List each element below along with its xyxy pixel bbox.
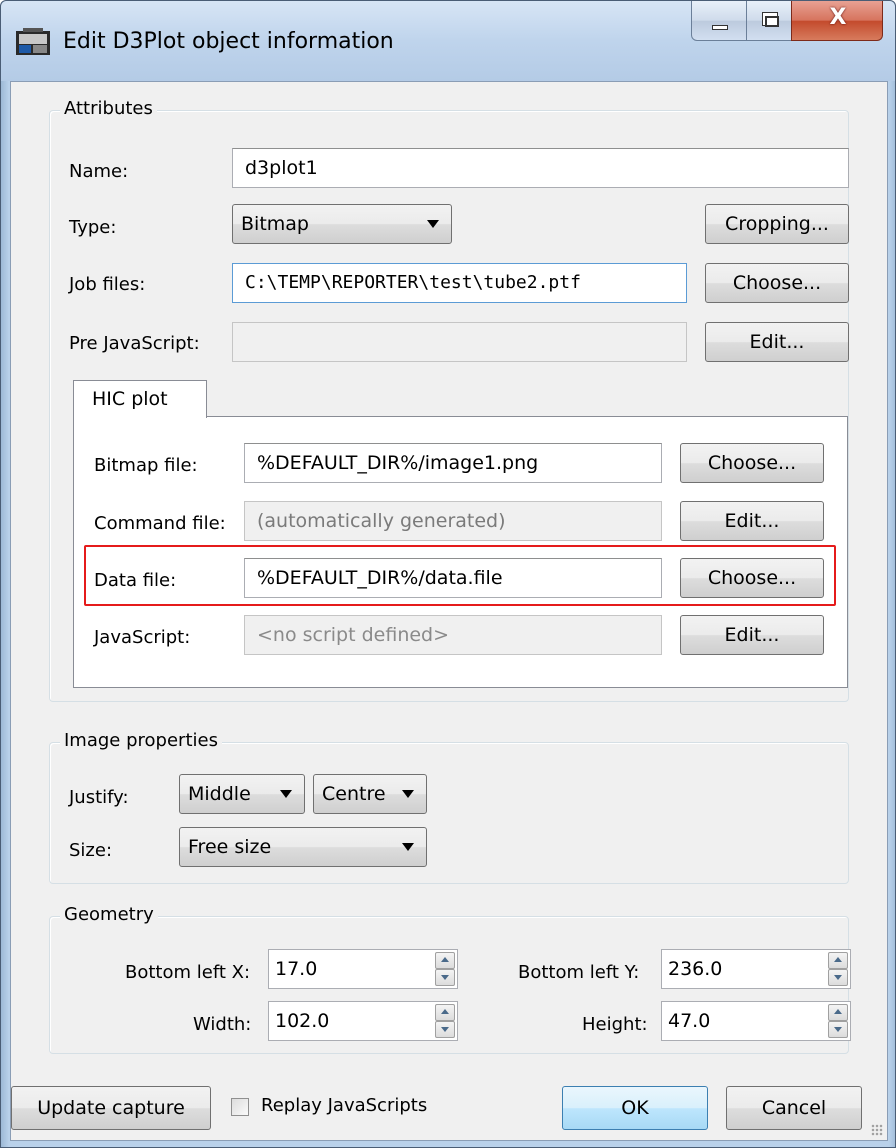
prejs-input[interactable] — [232, 322, 687, 362]
close-button[interactable]: X — [791, 1, 883, 41]
name-label: Name: — [69, 161, 129, 182]
justify-vertical-value: Middle — [188, 783, 251, 805]
maximize-icon — [762, 12, 779, 27]
spin-down-icon[interactable] — [435, 969, 455, 986]
height-value: 47.0 — [668, 1010, 711, 1032]
spin-arrows[interactable] — [435, 952, 455, 986]
jobfiles-input[interactable]: C:\TEMP\REPORTER\test\tube2.ptf — [232, 263, 687, 303]
type-select[interactable]: Bitmap — [232, 204, 452, 244]
minimize-icon — [712, 25, 728, 30]
javascript-input[interactable]: <no script defined> — [244, 615, 662, 655]
size-select-value: Free size — [188, 836, 272, 858]
replay-javascripts-label[interactable]: Replay JavaScripts — [261, 1095, 427, 1116]
javascript-edit-button[interactable]: Edit... — [680, 615, 824, 655]
command-input[interactable]: (automatically generated) — [244, 501, 662, 541]
spin-up-icon[interactable] — [435, 1004, 455, 1021]
type-select-value: Bitmap — [241, 213, 309, 235]
size-select[interactable]: Free size — [179, 827, 427, 867]
cancel-button[interactable]: Cancel — [726, 1086, 862, 1130]
width-spinbox[interactable]: 102.0 — [268, 1001, 458, 1041]
chevron-down-icon — [427, 220, 439, 228]
data-file-highlight — [84, 545, 836, 606]
prejs-label: Pre JavaScript: — [69, 333, 200, 354]
justify-label: Justify: — [69, 787, 129, 808]
chevron-down-icon — [402, 843, 414, 851]
spin-up-icon[interactable] — [435, 952, 455, 969]
spin-up-icon[interactable] — [828, 1004, 848, 1021]
justify-vertical-select[interactable]: Middle — [179, 774, 305, 814]
replay-javascripts-checkbox[interactable] — [231, 1098, 249, 1116]
justify-horizontal-value: Centre — [322, 783, 386, 805]
cropping-button[interactable]: Cropping... — [705, 204, 849, 244]
bottom-left-y-label: Bottom left Y: — [518, 962, 640, 983]
title-bar[interactable]: Edit D3Plot object information X — [1, 1, 895, 81]
bottom-left-x-spinbox[interactable]: 17.0 — [268, 949, 458, 989]
bitmap-choose-button[interactable]: Choose... — [680, 443, 824, 483]
app-icon — [16, 28, 50, 55]
dialog-window: Edit D3Plot object information X Attribu… — [0, 0, 896, 1148]
resize-grip[interactable] — [871, 1124, 883, 1136]
bottom-left-x-label: Bottom left X: — [125, 962, 251, 983]
chevron-down-icon — [402, 790, 414, 798]
bottom-left-y-value: 236.0 — [668, 958, 723, 980]
spin-down-icon[interactable] — [435, 1021, 455, 1038]
size-label: Size: — [69, 840, 113, 861]
minimize-button[interactable] — [691, 1, 747, 41]
width-label: Width: — [193, 1014, 252, 1035]
height-spinbox[interactable]: 47.0 — [661, 1001, 851, 1041]
command-edit-button[interactable]: Edit... — [680, 501, 824, 541]
command-label: Command file: — [94, 513, 226, 534]
justify-horizontal-select[interactable]: Centre — [313, 774, 427, 814]
spin-arrows[interactable] — [828, 1004, 848, 1038]
ok-button[interactable]: OK — [562, 1086, 708, 1130]
geometry-legend: Geometry — [60, 904, 158, 925]
prejs-edit-button[interactable]: Edit... — [705, 322, 849, 362]
width-value: 102.0 — [275, 1010, 330, 1032]
window-title: Edit D3Plot object information — [63, 29, 394, 54]
bitmap-label: Bitmap file: — [94, 455, 198, 476]
spin-arrows[interactable] — [828, 952, 848, 986]
spin-up-icon[interactable] — [828, 952, 848, 969]
type-label: Type: — [69, 217, 117, 238]
close-icon: X — [829, 5, 847, 30]
dialog-client: Attributes Name: d3plot1 Type: Bitmap Cr… — [10, 81, 888, 1141]
image-properties-legend: Image properties — [60, 730, 222, 751]
name-input[interactable]: d3plot1 — [232, 148, 849, 188]
height-label: Height: — [582, 1014, 648, 1035]
jobfiles-choose-button[interactable]: Choose... — [705, 263, 849, 303]
javascript-label: JavaScript: — [94, 627, 191, 648]
attributes-legend: Attributes — [60, 98, 157, 119]
update-capture-button[interactable]: Update capture — [11, 1086, 211, 1130]
jobfiles-label: Job files: — [69, 274, 146, 295]
chevron-down-icon — [280, 790, 292, 798]
spin-down-icon[interactable] — [828, 969, 848, 986]
maximize-button[interactable] — [746, 1, 792, 41]
bottom-left-y-spinbox[interactable]: 236.0 — [661, 949, 851, 989]
spin-arrows[interactable] — [435, 1004, 455, 1038]
caption-buttons: X — [691, 1, 891, 41]
image-properties-group: Image properties — [49, 730, 849, 884]
tab-hic-plot[interactable]: HIC plot — [73, 380, 207, 418]
bitmap-input[interactable]: %DEFAULT_DIR%/image1.png — [244, 443, 662, 483]
bottom-left-x-value: 17.0 — [275, 958, 318, 980]
spin-down-icon[interactable] — [828, 1021, 848, 1038]
